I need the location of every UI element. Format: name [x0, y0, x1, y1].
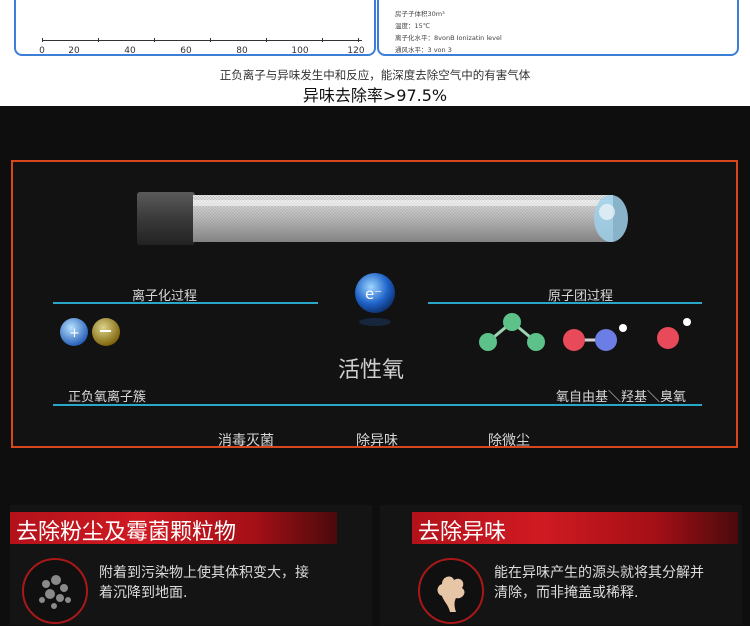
- feature-text-line: 附着到污染物上使其体积变大，接: [99, 565, 309, 581]
- x-tick: [154, 38, 155, 42]
- feature-text-line: 清除，而非掩盖或稀释.: [494, 585, 639, 601]
- center-label: 活性氧: [338, 358, 405, 383]
- ion-pair-icon: +: [60, 318, 120, 346]
- x-tick: [210, 38, 211, 42]
- ion-tube-icon: [137, 192, 628, 245]
- top-section: 0 20 40 60 80 100 120 房子子体积30m³ 温度：15℃ 离…: [0, 0, 750, 106]
- x-axis: 0 20 40 60 80 100 120: [39, 38, 365, 56]
- x-tick-label: 120: [347, 46, 365, 56]
- feature-title-bar: 去除异味: [412, 512, 738, 545]
- x-tick-label: 100: [291, 46, 309, 56]
- left-caption: 正负氧离子簇: [68, 390, 147, 405]
- x-tick-label: 80: [236, 46, 248, 56]
- svg-text:+: +: [69, 326, 80, 341]
- effect-deodorize: 除异味: [356, 433, 398, 449]
- left-heading: 离子化过程: [132, 289, 198, 304]
- hydroxyl-molecule-icon: [563, 324, 627, 351]
- feature-description: 能在异味产生的源头就将其分解并 清除，而非掩盖或稀释.: [494, 563, 704, 603]
- feature-description: 附着到污染物上使其体积变大，接 着沉降到地面.: [99, 563, 309, 603]
- right-heading: 原子团过程: [548, 289, 614, 304]
- spec-ventilation: 通风水平：3 von 3: [395, 46, 452, 54]
- spec-card: 房子子体积30m³ 温度：15℃ 离子化水平：8vonB Ionizatin l…: [377, 0, 739, 56]
- ozone-molecule-icon: [657, 318, 691, 349]
- right-caption: 氧自由基＼羟基＼臭氧: [556, 390, 687, 405]
- chart-card: 0 20 40 60 80 100 120: [14, 0, 376, 56]
- x-tick-label: 40: [124, 46, 136, 56]
- intro-subtitle: 正负离子与异味发生中和反应，能深度去除空气中的有害气体: [219, 68, 531, 82]
- x-tick: [42, 38, 43, 42]
- x-tick-label: 0: [39, 46, 45, 56]
- x-tick-label: 20: [68, 46, 80, 56]
- radical-molecule-icon: [479, 313, 545, 351]
- dust-particles-icon: [22, 558, 88, 624]
- electron-symbol: e⁻: [365, 285, 382, 303]
- odor-cloud-icon: [418, 558, 484, 624]
- x-tick: [266, 38, 267, 42]
- effect-dust: 除微尘: [488, 433, 530, 449]
- feature-title-bar: 去除粉尘及霉菌颗粒物: [10, 512, 337, 545]
- x-tick: [98, 38, 99, 42]
- feature-title: 去除粉尘及霉菌颗粒物: [16, 520, 237, 545]
- removal-rate: 异味去除率>97.5%: [302, 86, 448, 105]
- x-tick: [322, 38, 323, 42]
- x-tick: [358, 38, 359, 42]
- x-tick-label: 60: [180, 46, 192, 56]
- feature-title: 去除异味: [418, 520, 507, 545]
- spec-ion-level: 离子化水平：8vonB Ionizatin level: [395, 34, 502, 42]
- feature-text-line: 能在异味产生的源头就将其分解并: [494, 565, 704, 581]
- feature-text-line: 着沉降到地面.: [99, 585, 188, 601]
- spec-temp: 温度：15℃: [395, 22, 431, 30]
- effect-disinfect: 消毒灭菌: [218, 433, 274, 449]
- electron-icon: e⁻: [355, 273, 395, 326]
- spec-volume: 房子子体积30m³: [395, 10, 445, 18]
